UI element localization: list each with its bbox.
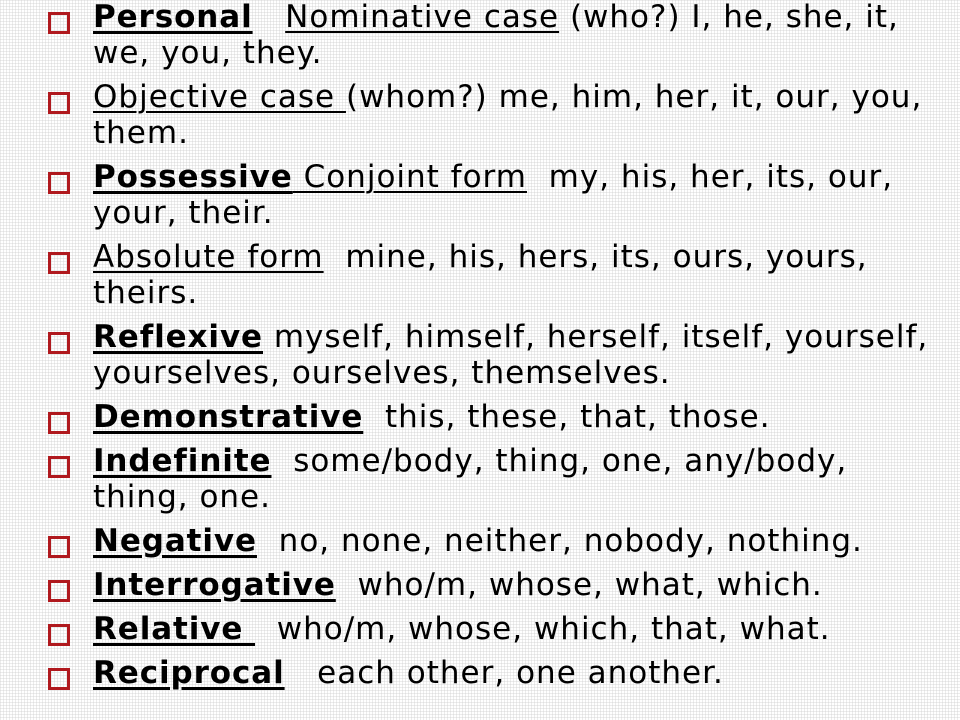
hollow-square-icon	[48, 536, 70, 558]
pronoun-category-term: Reciprocal	[93, 655, 285, 691]
pronoun-examples: my, his, her, its, our,	[526, 159, 894, 195]
pronoun-category-term: Demonstrative	[93, 399, 364, 435]
pronoun-examples: some/body, thing, one, any/body,	[271, 443, 848, 479]
hollow-square-icon	[48, 92, 70, 114]
list-item-text: Reflexive myself, himself, herself, itse…	[93, 319, 928, 391]
pronoun-examples: who/m, whose, which, that, what.	[255, 611, 831, 647]
hollow-square-icon	[48, 252, 70, 274]
pronoun-subform-label: Nominative case	[285, 0, 560, 35]
pronoun-examples: yourselves, ourselves, themselves.	[93, 355, 671, 391]
text-line: Objective case (whom?) me, him, her, it,…	[93, 79, 922, 115]
pronoun-examples: we, you, they.	[93, 35, 323, 71]
pronoun-examples: (whom?) me, him, her, it, our, you,	[345, 79, 923, 115]
pronoun-category-term: Indefinite	[93, 443, 272, 479]
text-line: theirs.	[93, 275, 868, 311]
list-item-text: Possessive Conjoint form my, his, her, i…	[93, 159, 893, 231]
text-line: Personal Nominative case (who?) I, he, s…	[93, 0, 899, 35]
text-line: thing, one.	[93, 479, 847, 515]
pronoun-subform-label: Objective case	[93, 79, 346, 115]
pronoun-category-term: Negative	[93, 523, 257, 559]
text-line: Possessive Conjoint form my, his, her, i…	[93, 159, 893, 195]
pronoun-examples: theirs.	[93, 275, 199, 311]
text-line: Interrogative who/m, whose, what, which.	[93, 567, 823, 603]
hollow-square-icon	[48, 456, 70, 478]
text-line: your, their.	[93, 195, 893, 231]
hollow-square-icon	[48, 668, 70, 690]
text-line: Reciprocal each other, one another.	[93, 655, 724, 691]
list-item-text: Personal Nominative case (who?) I, he, s…	[93, 0, 899, 71]
list-item-text: Reciprocal each other, one another.	[93, 655, 724, 691]
list-item-text: Indefinite some/body, thing, one, any/bo…	[93, 443, 847, 515]
pronoun-examples: mine, his, hers, its, ours, yours,	[323, 239, 868, 275]
hollow-square-icon	[48, 332, 70, 354]
text-line: Negative no, none, neither, nobody, noth…	[93, 523, 863, 559]
pronoun-category-term: Relative	[93, 611, 256, 647]
pronoun-examples: (who?) I, he, she, it,	[559, 0, 899, 35]
pronoun-examples: who/m, whose, what, which.	[335, 567, 823, 603]
list-item-text: Interrogative who/m, whose, what, which.	[93, 567, 823, 603]
hollow-square-icon	[48, 12, 70, 34]
pronoun-subform-label: Conjoint form	[292, 159, 527, 195]
list-item-text: Demonstrative this, these, that, those.	[93, 399, 771, 435]
hollow-square-icon	[48, 172, 70, 194]
pronoun-category-term: Possessive	[93, 159, 293, 195]
text-line: Reflexive myself, himself, herself, itse…	[93, 319, 928, 355]
hollow-square-icon	[48, 412, 70, 434]
pronoun-category-term: Interrogative	[93, 567, 336, 603]
pronoun-examples: thing, one.	[93, 479, 271, 515]
list-item-text: Absolute form mine, his, hers, its, ours…	[93, 239, 868, 311]
text-line: them.	[93, 115, 922, 151]
pronoun-examples: each other, one another.	[284, 655, 724, 691]
slide: Personal Nominative case (who?) I, he, s…	[0, 0, 960, 720]
pronoun-category-term: Personal	[93, 0, 253, 35]
list-item-text: Objective case (whom?) me, him, her, it,…	[93, 79, 922, 151]
text-line: Relative who/m, whose, which, that, what…	[93, 611, 831, 647]
text-line: Absolute form mine, his, hers, its, ours…	[93, 239, 868, 275]
list-item-text: Negative no, none, neither, nobody, noth…	[93, 523, 863, 559]
hollow-square-icon	[48, 624, 70, 646]
list-item-text: Relative who/m, whose, which, that, what…	[93, 611, 831, 647]
pronoun-category-term: Reflexive	[93, 319, 263, 355]
text-line: Indefinite some/body, thing, one, any/bo…	[93, 443, 847, 479]
pronoun-examples: myself, himself, herself, itself, yourse…	[263, 319, 929, 355]
text-line: yourselves, ourselves, themselves.	[93, 355, 928, 391]
pronoun-examples: no, none, neither, nobody, nothing.	[256, 523, 863, 559]
pronoun-subform-label: Absolute form	[93, 239, 324, 275]
text-line: we, you, they.	[93, 35, 899, 71]
pronoun-examples: your, their.	[93, 195, 274, 231]
pronoun-examples: this, these, that, those.	[363, 399, 771, 435]
text-line: Demonstrative this, these, that, those.	[93, 399, 771, 435]
pronoun-examples: them.	[93, 115, 189, 151]
hollow-square-icon	[48, 580, 70, 602]
pronoun-examples	[253, 0, 286, 35]
